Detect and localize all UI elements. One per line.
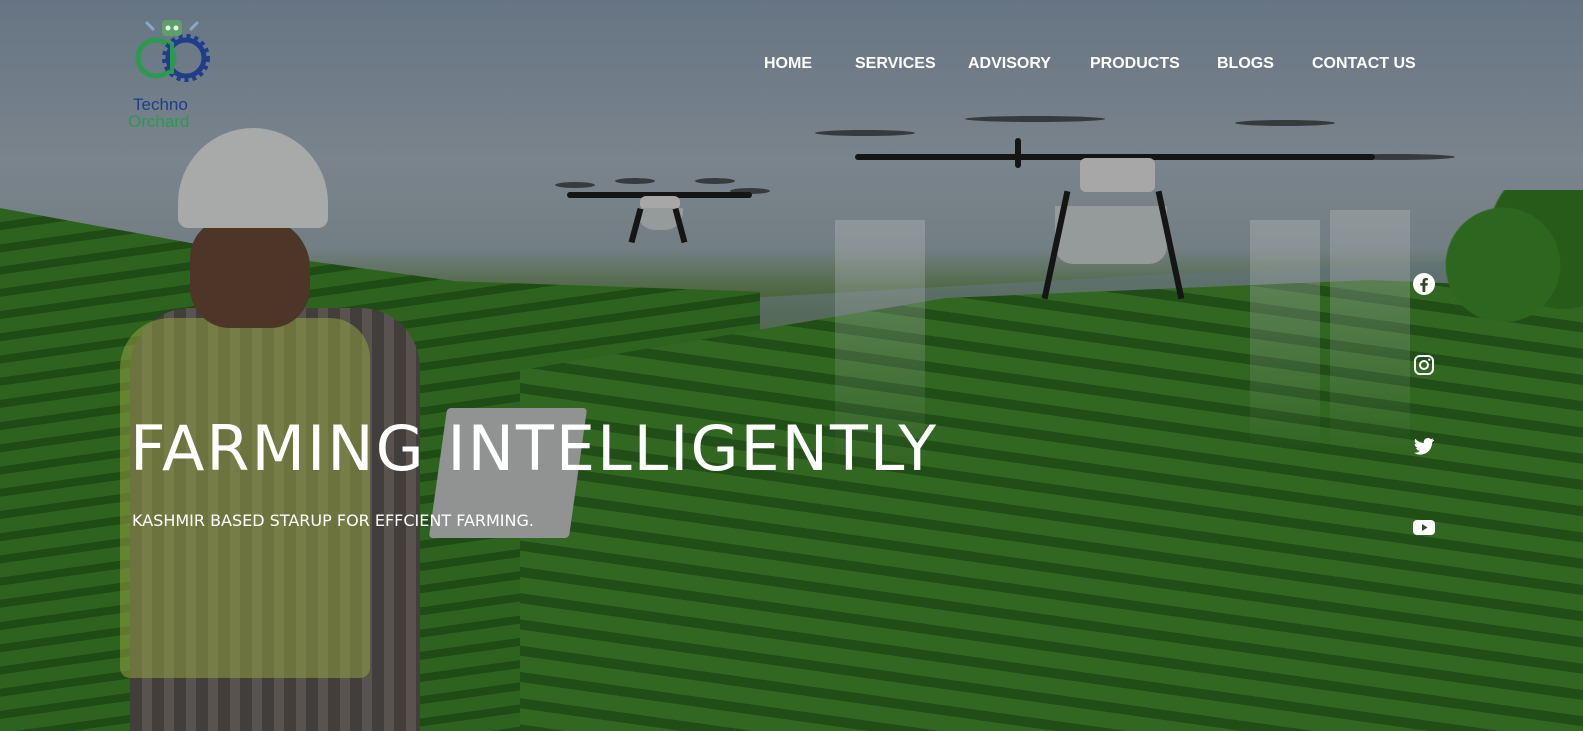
facebook-icon[interactable] [1412,272,1436,296]
nav-products[interactable]: PRODUCTS [1090,55,1180,73]
hero-section: Techno Orchard HOME SERVICES ADVISORY PR… [0,0,1583,731]
nav-home[interactable]: HOME [764,55,812,73]
nav-contact-us[interactable]: CONTACT US [1312,55,1416,73]
nav-advisory[interactable]: ADVISORY [968,55,1051,73]
nav-blogs[interactable]: BLOGS [1217,55,1274,73]
instagram-icon[interactable] [1412,353,1436,377]
youtube-icon[interactable] [1412,515,1436,539]
dark-overlay [0,0,1583,731]
hero-background-image [0,0,1583,731]
nav-services[interactable]: SERVICES [855,55,936,73]
logo-text-orchard: Orchard [128,112,190,131]
twitter-icon[interactable] [1412,434,1436,458]
brand-logo[interactable]: Techno Orchard [128,12,214,130]
hero-subline: KASHMIR BASED STARUP FOR EFFCIENT FARMIN… [132,511,534,530]
logo-text-techno: Techno [133,95,188,114]
logo-mark-icon [135,20,210,82]
hero-headline: FARMING INTELLIGENTLY [130,412,939,485]
